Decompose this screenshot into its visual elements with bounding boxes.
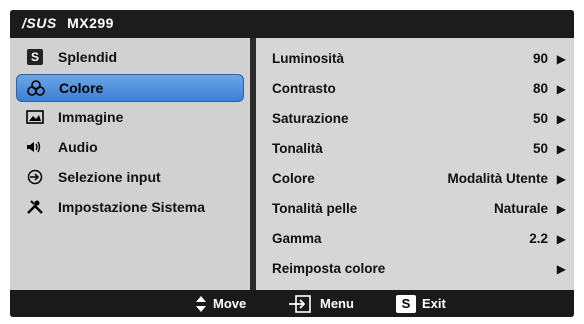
setting-label: Reimposta colore — [272, 261, 386, 276]
setting-luminosita[interactable]: Luminosità 90 ▶ — [256, 44, 574, 74]
brand: /SUS MX299 — [22, 15, 114, 31]
setting-label: Gamma — [272, 231, 322, 246]
right-arrow-icon: ▶ — [556, 52, 566, 66]
setting-value: Naturale — [493, 201, 548, 216]
setting-saturazione[interactable]: Saturazione 50 ▶ — [256, 104, 574, 134]
right-arrow-icon: ▶ — [556, 172, 566, 186]
menu-item-label: Selezione input — [58, 169, 161, 185]
move-label: Move — [213, 296, 247, 311]
menu-item-label: Splendid — [58, 49, 118, 65]
setting-gamma[interactable]: Gamma 2.2 ▶ — [256, 224, 574, 254]
image-icon — [26, 109, 44, 125]
setting-label: Colore — [272, 171, 315, 186]
setting-value: 90 — [532, 51, 548, 66]
setting-label: Tonalità pelle — [272, 201, 358, 216]
menu-item-impostazione-sistema[interactable]: Impostazione Sistema — [16, 194, 242, 220]
model-name: MX299 — [67, 15, 114, 31]
setting-contrasto[interactable]: Contrasto 80 ▶ — [256, 74, 574, 104]
footer-bar: Move Menu S Exit — [10, 290, 574, 317]
setting-value: 50 — [532, 141, 548, 156]
setting-tonalita[interactable]: Tonalità 50 ▶ — [256, 134, 574, 164]
menu-item-label: Audio — [58, 139, 98, 155]
footer-menu: Menu — [288, 290, 354, 317]
footer-exit: S Exit — [396, 290, 446, 317]
tools-icon — [26, 199, 44, 215]
menu-sidebar: S Splendid Colore Immagine Audio Selezio… — [10, 38, 250, 290]
osd-window: /SUS MX299 S Splendid Colore Immagine Au… — [10, 10, 574, 317]
asus-logo: /SUS — [22, 15, 57, 31]
exit-label: Exit — [422, 296, 446, 311]
setting-reimposta-colore[interactable]: Reimposta colore ▶ — [256, 254, 574, 284]
setting-value: 50 — [532, 111, 548, 126]
menu-item-label: Immagine — [58, 109, 124, 125]
menu-label: Menu — [320, 296, 354, 311]
setting-colore[interactable]: Colore Modalità Utente ▶ — [256, 164, 574, 194]
splendid-s-icon: S — [26, 49, 44, 65]
right-arrow-icon: ▶ — [556, 202, 566, 216]
setting-tonalita-pelle[interactable]: Tonalità pelle Naturale ▶ — [256, 194, 574, 224]
menu-item-splendid[interactable]: S Splendid — [16, 44, 242, 70]
menu-item-immagine[interactable]: Immagine — [16, 104, 242, 130]
menu-item-audio[interactable]: Audio — [16, 134, 242, 160]
up-down-arrows-icon — [196, 295, 206, 312]
main-panel: S Splendid Colore Immagine Audio Selezio… — [10, 38, 574, 290]
setting-value: 80 — [532, 81, 548, 96]
color-palette-icon — [27, 80, 45, 96]
menu-item-colore[interactable]: Colore — [16, 74, 244, 102]
setting-label: Contrasto — [272, 81, 336, 96]
right-arrow-icon: ▶ — [556, 262, 566, 276]
setting-value: Modalità Utente — [447, 171, 548, 186]
setting-label: Luminosità — [272, 51, 345, 66]
right-arrow-icon: ▶ — [556, 232, 566, 246]
speaker-icon — [26, 139, 44, 155]
right-arrow-icon: ▶ — [556, 142, 566, 156]
right-arrow-icon: ▶ — [556, 82, 566, 96]
input-arrow-icon — [26, 169, 44, 185]
right-arrow-icon: ▶ — [556, 112, 566, 126]
menu-item-selezione-input[interactable]: Selezione input — [16, 164, 242, 190]
settings-list: Luminosità 90 ▶ Contrasto 80 ▶ Saturazio… — [256, 38, 574, 290]
menu-item-label: Colore — [59, 80, 104, 96]
setting-value: 2.2 — [529, 231, 548, 246]
footer-move: Move — [195, 290, 246, 317]
setting-label: Tonalità — [272, 141, 323, 156]
enter-icon — [289, 294, 311, 313]
setting-label: Saturazione — [272, 111, 349, 126]
title-bar: /SUS MX299 — [10, 10, 574, 38]
menu-item-label: Impostazione Sistema — [58, 199, 206, 215]
s-key-icon: S — [396, 294, 416, 313]
